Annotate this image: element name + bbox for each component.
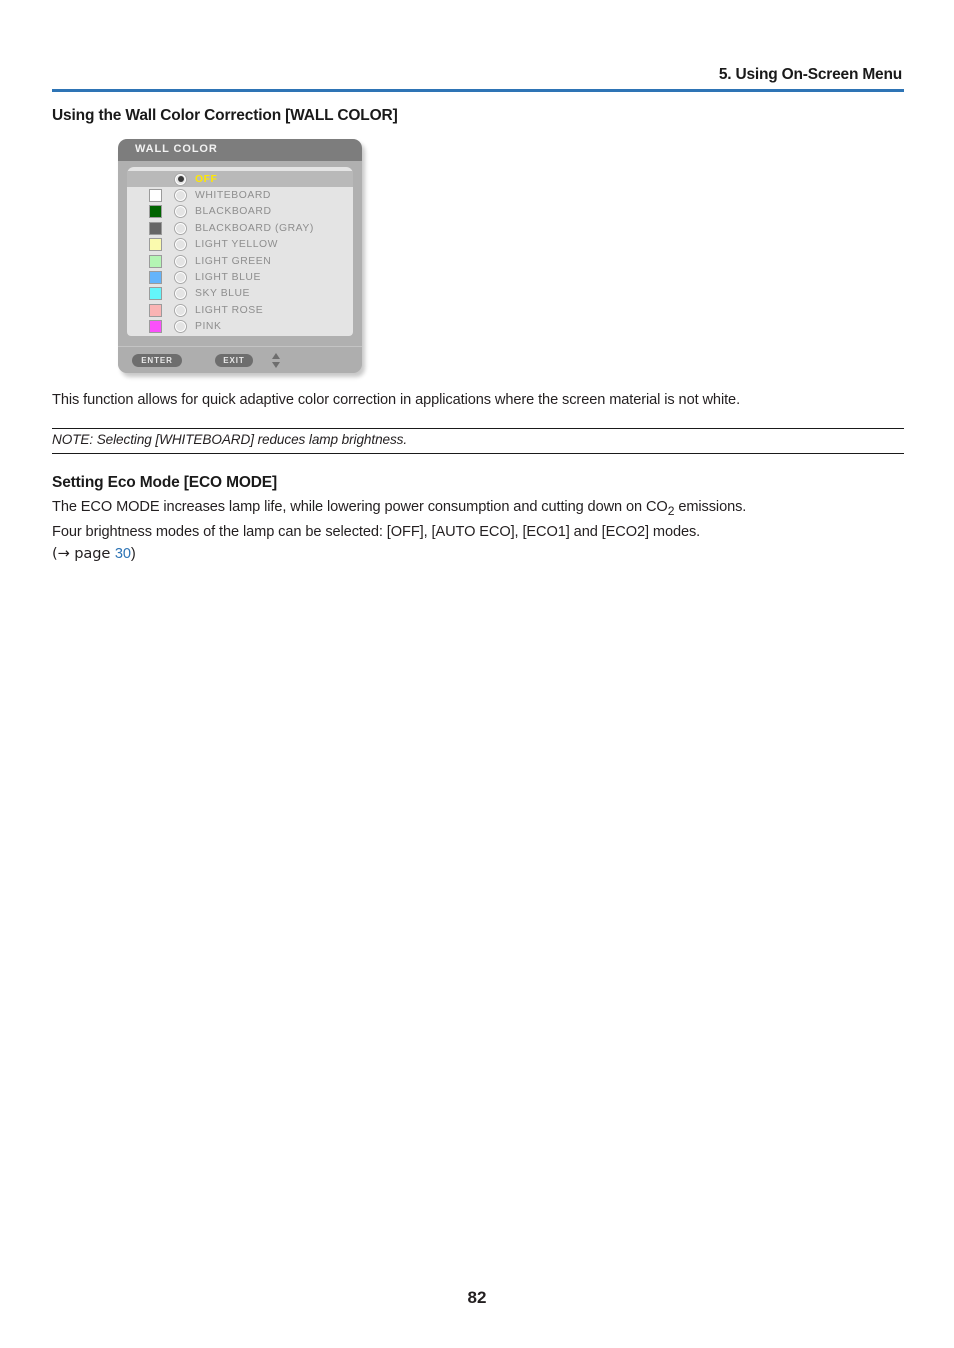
note-text: NOTE: Selecting [WHITEBOARD] reduces lam… — [52, 432, 408, 447]
radio-button-icon[interactable] — [175, 206, 186, 218]
osd-option-label: PINK — [195, 321, 222, 333]
osd-option-label: LIGHT BLUE — [195, 272, 261, 284]
osd-option-label: SKY BLUE — [195, 288, 251, 300]
osd-title: WALL COLOR — [135, 143, 218, 155]
document-page: 5. Using On-Screen Menu Using the Wall C… — [0, 0, 954, 1348]
osd-option-label: OFF — [195, 173, 218, 185]
color-swatch — [149, 205, 162, 219]
radio-button-icon[interactable] — [175, 222, 186, 234]
color-swatch — [149, 320, 162, 334]
heading-eco-mode: Setting Eco Mode [ECO MODE] — [52, 474, 278, 491]
page-header: 5. Using On-Screen Menu — [52, 62, 904, 92]
color-swatch — [149, 303, 162, 317]
color-swatch — [149, 287, 162, 301]
color-swatch — [149, 189, 162, 203]
osd-option-row[interactable]: OFF — [127, 171, 353, 188]
osd-option-label: BLACKBOARD — [195, 206, 272, 218]
osd-option-row[interactable]: LIGHT ROSE — [127, 302, 353, 318]
osd-option-row[interactable]: PINK — [127, 319, 353, 335]
radio-button-icon[interactable] — [175, 173, 186, 185]
radio-selected-dot — [177, 176, 184, 183]
page-ref-prefix: (→ page — [52, 544, 115, 562]
chapter-title: 5. Using On-Screen Menu — [718, 66, 902, 83]
eco-line-1-text-b: emissions. — [674, 499, 747, 515]
paragraph-wall-color: This function allows for quick adaptive … — [52, 392, 741, 408]
note-rule-top — [52, 428, 904, 430]
osd-option-row[interactable]: LIGHT GREEN — [127, 253, 353, 269]
osd-option-row[interactable]: WHITEBOARD — [127, 187, 353, 203]
eco-line-1-text-a: The ECO MODE increases lamp life, while … — [52, 499, 668, 515]
radio-button-icon[interactable] — [175, 255, 186, 267]
osd-exit-button[interactable]: EXIT — [215, 354, 253, 367]
osd-option-row[interactable]: LIGHT YELLOW — [127, 237, 353, 253]
osd-option-row[interactable]: BLACKBOARD — [127, 204, 353, 220]
eco-line-1: The ECO MODE increases lamp life, while … — [52, 497, 912, 522]
note-rule-bottom — [52, 452, 904, 454]
paragraph-eco-mode: The ECO MODE increases lamp life, while … — [52, 497, 912, 565]
page-number: 82 — [467, 1288, 487, 1307]
radio-button-icon[interactable] — [175, 190, 186, 202]
osd-option-list: OFF WHITEBOARD BLACKBOARD BLACKBOARD (GRAY)… — [127, 167, 353, 336]
osd-option-label: LIGHT ROSE — [195, 304, 264, 316]
osd-option-row[interactable]: BLACKBOARD (GRAY) — [127, 220, 353, 236]
radio-button-icon[interactable] — [175, 239, 186, 251]
radio-button-icon[interactable] — [175, 304, 186, 316]
osd-option-label: BLACKBOARD (GRAY) — [195, 222, 314, 234]
osd-option-row[interactable]: SKY BLUE — [127, 286, 353, 302]
page-ref-suffix: ) — [130, 545, 136, 562]
eco-line-2: Four brightness modes of the lamp can be… — [52, 523, 701, 540]
osd-enter-button[interactable]: ENTER — [132, 354, 182, 367]
note-block-whiteboard: NOTE: Selecting [WHITEBOARD] reduces lam… — [52, 428, 904, 454]
osd-option-row[interactable]: LIGHT BLUE — [127, 269, 353, 285]
color-swatch — [149, 238, 162, 252]
osd-titlebar: WALL COLOR — [118, 139, 362, 161]
eco-line-3: (→ page 30) — [52, 543, 912, 565]
color-swatch — [149, 254, 162, 268]
osd-option-label: LIGHT YELLOW — [195, 239, 279, 251]
up-down-arrows-icon — [270, 352, 282, 369]
radio-button-icon[interactable] — [175, 321, 186, 333]
page-ref-link[interactable]: 30 — [115, 546, 131, 562]
osd-option-label: WHITEBOARD — [195, 190, 271, 202]
radio-button-icon[interactable] — [175, 288, 186, 300]
color-swatch — [149, 271, 162, 285]
header-rule — [52, 89, 904, 92]
heading-wall-color: Using the Wall Color Correction [WALL CO… — [52, 107, 398, 124]
osd-footer-bar: ENTER EXIT — [118, 346, 362, 373]
color-swatch — [149, 221, 162, 235]
osd-wall-color-menu: WALL COLOR OFF WHITEBOARD BLACKBOARD BLACKB… — [118, 139, 362, 373]
osd-option-label: LIGHT GREEN — [195, 255, 272, 267]
radio-button-icon[interactable] — [175, 272, 186, 284]
